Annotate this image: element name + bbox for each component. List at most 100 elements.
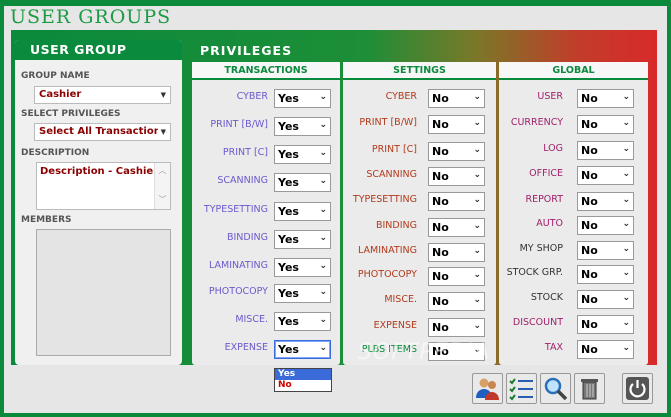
power-button[interactable] <box>622 373 653 404</box>
transactions-dropdown-2[interactable]: Yes ⌄ <box>274 145 331 164</box>
transactions-label-9: EXPENSE <box>224 342 268 353</box>
global-dropdown-10[interactable]: No ⌄ <box>577 340 634 359</box>
dropdown-value: No <box>581 118 598 131</box>
chevron-down-icon: ⌄ <box>319 343 327 353</box>
settings-dropdown-7[interactable]: No ⌄ <box>428 267 485 286</box>
scroll-down-icon[interactable]: ﹀ <box>155 194 170 205</box>
global-dropdown-8[interactable]: No ⌄ <box>577 290 634 309</box>
global-dropdown-3[interactable]: No ⌄ <box>577 166 634 185</box>
dropdown-value: No <box>432 145 449 158</box>
scroll-up-icon[interactable]: ︿ <box>155 165 170 176</box>
transactions-dropdown-9[interactable]: Yes ⌄ <box>274 340 331 359</box>
transactions-dropdown-4[interactable]: Yes ⌄ <box>274 202 331 221</box>
global-dropdown-9[interactable]: No ⌄ <box>577 315 634 334</box>
chevron-down-icon: ⌄ <box>622 244 630 254</box>
global-dropdown-0[interactable]: No ⌄ <box>577 89 634 108</box>
chevron-down-icon: ⌄ <box>622 92 630 102</box>
members-list[interactable] <box>36 229 171 356</box>
transactions-dropdown-1[interactable]: Yes ⌄ <box>274 117 331 136</box>
dropdown-list[interactable]: Yes No <box>274 368 332 392</box>
select-privileges-select[interactable]: Select All Transactions ▼ <box>34 123 171 141</box>
transactions-label-4: TYPESETTING <box>203 204 268 215</box>
transactions-dropdown-3[interactable]: Yes ⌄ <box>274 173 331 192</box>
global-dropdown-4[interactable]: No ⌄ <box>577 192 634 211</box>
checklist-button[interactable] <box>506 373 537 404</box>
group-name-value: Cashier <box>39 89 82 100</box>
settings-dropdown-5[interactable]: No ⌄ <box>428 218 485 237</box>
settings-dropdown-9[interactable]: No ⌄ <box>428 318 485 337</box>
global-label-1: CURRENCY <box>510 117 563 128</box>
global-dropdown-5[interactable]: No ⌄ <box>577 216 634 235</box>
dropdown-value: No <box>581 343 598 356</box>
dropdown-value: No <box>432 92 449 105</box>
delete-button[interactable] <box>574 373 605 404</box>
settings-dropdown-6[interactable]: No ⌄ <box>428 243 485 262</box>
dropdown-value: Yes <box>278 120 299 133</box>
global-dropdown-2[interactable]: No ⌄ <box>577 141 634 160</box>
settings-label-2: PRINT [C] <box>371 144 417 155</box>
transactions-dropdown-6[interactable]: Yes ⌄ <box>274 258 331 277</box>
settings-dropdown-8[interactable]: No ⌄ <box>428 292 485 311</box>
settings-label-8: MISCE. <box>384 294 417 305</box>
settings-dropdown-0[interactable]: No ⌄ <box>428 89 485 108</box>
global-dropdown-6[interactable]: No ⌄ <box>577 241 634 260</box>
chevron-down-icon: ⌄ <box>319 205 327 215</box>
chevron-down-icon: ⌄ <box>622 293 630 303</box>
dropdown-value: No <box>432 170 449 183</box>
description-scrollbar[interactable]: ︿ ﹀ <box>154 163 170 209</box>
global-label-3: OFFICE <box>529 168 563 179</box>
chevron-down-icon: ⌄ <box>622 343 630 353</box>
user-group-header: USER GROUP <box>15 40 182 60</box>
search-button[interactable] <box>540 373 571 404</box>
global-label-9: DISCOUNT <box>512 317 563 328</box>
dropdown-value: No <box>581 268 598 281</box>
settings-dropdown-1[interactable]: No ⌄ <box>428 115 485 134</box>
dropdown-value: No <box>432 195 449 208</box>
global-label-10: TAX <box>544 342 563 353</box>
settings-dropdown-3[interactable]: No ⌄ <box>428 167 485 186</box>
chevron-down-icon: ⌄ <box>319 148 327 158</box>
transactions-label-7: PHOTOCOPY <box>208 286 268 297</box>
dropdown-option-no[interactable]: No <box>275 380 331 391</box>
global-label-6: MY SHOP <box>519 243 563 254</box>
chevron-down-icon: ⌄ <box>473 321 481 331</box>
global-dropdown-7[interactable]: No ⌄ <box>577 265 634 284</box>
description-field[interactable]: Description - Cashier ︿ ﹀ <box>36 162 171 210</box>
transactions-label-8: MISCE. <box>235 314 268 325</box>
dropdown-value: No <box>581 169 598 182</box>
chevron-down-icon: ⌄ <box>622 195 630 205</box>
transactions-dropdown-0[interactable]: Yes ⌄ <box>274 89 331 108</box>
global-dropdown-1[interactable]: No ⌄ <box>577 115 634 134</box>
dropdown-option-yes[interactable]: Yes <box>275 369 331 380</box>
transactions-dropdown-7[interactable]: Yes ⌄ <box>274 284 331 303</box>
transactions-label-2: PRINT [C] <box>222 147 268 158</box>
settings-label-6: LAMINATING <box>358 245 417 256</box>
members-label: MEMBERS <box>21 215 72 225</box>
dropdown-value: Yes <box>278 176 299 189</box>
description-value: Description - Cashier <box>40 166 159 177</box>
chevron-down-icon: ⌄ <box>319 176 327 186</box>
dropdown-value: Yes <box>278 287 299 300</box>
users-button[interactable] <box>472 373 503 404</box>
group-name-select[interactable]: Cashier ▼ <box>34 86 171 104</box>
global-label-2: LOG <box>543 143 563 154</box>
transactions-label-1: PRINT [B/W] <box>210 119 268 130</box>
settings-dropdown-4[interactable]: No ⌄ <box>428 192 485 211</box>
app-title: USER GROUPS <box>10 6 172 28</box>
group-name-label: GROUP NAME <box>21 71 90 81</box>
transactions-dropdown-5[interactable]: Yes ⌄ <box>274 230 331 249</box>
global-label-8: STOCK <box>530 292 563 303</box>
chevron-down-icon: ⌄ <box>622 219 630 229</box>
chevron-down-icon: ⌄ <box>473 118 481 128</box>
chevron-down-icon: ⌄ <box>473 170 481 180</box>
chevron-down-icon: ⌄ <box>473 92 481 102</box>
trash-icon <box>581 379 598 400</box>
settings-label-7: PHOTOCOPY <box>357 269 417 280</box>
chevron-down-icon: ⌄ <box>622 169 630 179</box>
chevron-down-icon: ⌄ <box>473 270 481 280</box>
dropdown-value: No <box>432 118 449 131</box>
global-label-7: STOCK GRP. <box>506 267 563 278</box>
select-privileges-label: SELECT PRIVILEGES <box>21 109 121 119</box>
transactions-dropdown-8[interactable]: Yes ⌄ <box>274 312 331 331</box>
settings-dropdown-2[interactable]: No ⌄ <box>428 142 485 161</box>
